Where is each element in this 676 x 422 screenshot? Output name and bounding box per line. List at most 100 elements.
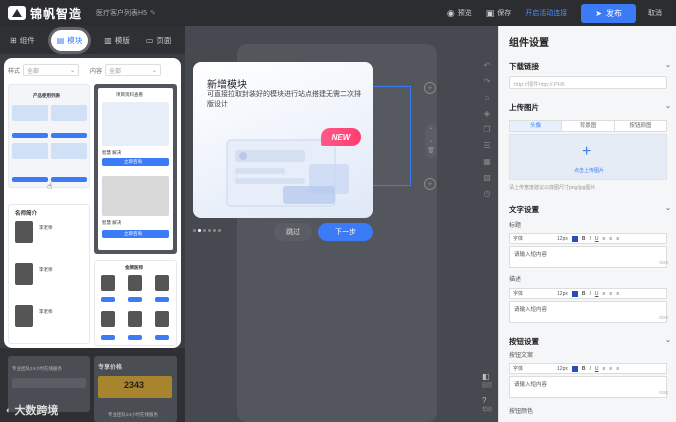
undo-icon[interactable]: ↶ [484, 61, 491, 70]
thumb [12, 143, 48, 159]
layer-icon[interactable]: ◧ [482, 372, 490, 381]
mini-button [51, 133, 87, 138]
new-badge: NEW [321, 128, 361, 146]
button-section[interactable]: 按钮设置 ⌄ [509, 336, 671, 347]
chevron-down-icon: ⌄ [665, 103, 671, 110]
image-icon[interactable]: ▨ [483, 173, 491, 182]
chevron-down-icon: ⌄ [665, 205, 671, 212]
tab-background[interactable]: 背景图 [562, 121, 615, 131]
add-icon[interactable]: + [424, 82, 436, 94]
italic-icon[interactable]: I [589, 236, 590, 242]
thumb [12, 105, 48, 121]
home-icon[interactable]: ⌂ [485, 93, 490, 102]
chevron-down-icon: ⌄ [152, 67, 158, 74]
project-name[interactable]: 医疗客户列表H5 [96, 8, 147, 18]
tab-button-image[interactable]: 按钮颜图 [615, 121, 666, 131]
left-tabs: ⊞ 组件 ▤ 模块 ▥ 模版 ▭ 页面 [0, 26, 185, 54]
color-swatch[interactable] [571, 365, 578, 372]
button-color-label: 按钮颜色 [509, 409, 534, 415]
underline-icon[interactable]: U [595, 236, 599, 242]
bold-icon[interactable]: B [582, 236, 586, 242]
chevron-down-icon: ⌄ [665, 62, 671, 69]
button-text-label: 按钮文案 [509, 353, 534, 359]
activity-link[interactable]: 开启活动连接 [525, 8, 567, 18]
clock-icon[interactable]: ◷ [484, 189, 491, 198]
download-section[interactable]: 下载链接 ⌄ [509, 61, 671, 72]
copy-icon[interactable]: ❐ [483, 125, 490, 134]
content-select[interactable]: 全部 ⌄ [105, 64, 162, 76]
color-swatch[interactable] [571, 290, 578, 297]
tab-avatar[interactable]: 头像 [510, 121, 563, 131]
title-input[interactable]: 请输入短内容 [509, 246, 667, 268]
module-card-doctors[interactable]: 金牌医师 [94, 260, 177, 346]
align-left-icon[interactable]: ≡ [603, 291, 606, 297]
mini-button [51, 177, 87, 182]
align-left-icon[interactable]: ≡ [603, 366, 606, 372]
module-card-project[interactable]: 项目资料查看 智慧 解决 立即咨询 智慧 解决 立即咨询 [94, 84, 177, 254]
edit-icon[interactable]: ✎ [150, 9, 156, 17]
logo-text: 锦帆智造 [30, 6, 83, 21]
align-center-icon[interactable]: ≡ [609, 291, 612, 297]
template-icon: ▥ [104, 35, 112, 45]
underline-icon[interactable]: U [595, 366, 599, 372]
avatar [15, 221, 33, 243]
align-center-icon[interactable]: ≡ [609, 236, 612, 242]
module-card-teacher[interactable]: 名师简介 李老师 李老师 李老师 [8, 204, 90, 344]
tab-templates[interactable]: ▥ 模版 [104, 35, 130, 46]
underline-icon[interactable]: U [595, 291, 599, 297]
watermark-logo-icon: ◐ [6, 405, 12, 415]
italic-icon[interactable]: I [589, 291, 590, 297]
top-bar: 锦帆智造 医疗客户列表H5 ✎ ◉ 预览 ▣ 保存 开启活动连接 ➤ 发布 取消 [0, 0, 676, 26]
eye-icon: ◉ [446, 7, 455, 18]
text-section[interactable]: 文字设置 ⌄ [509, 204, 671, 215]
button-text-input[interactable]: 请输入短内容 [509, 376, 667, 398]
title-toolbar: 字体 12px B I U ≡ ≡ ≡ [509, 233, 667, 244]
bold-icon[interactable]: B [582, 366, 586, 372]
mini-button [12, 177, 48, 182]
list-icon[interactable]: ☰ [483, 141, 490, 150]
desc-toolbar: 字体 12px B I U ≡ ≡ ≡ [509, 288, 667, 299]
upload-hint: 请上传宽度建议以底图尺寸png/jpg图片 [509, 185, 596, 191]
cancel-button[interactable]: 取消 [648, 8, 662, 18]
avatar [15, 305, 33, 327]
chevron-down-icon: ⌄ [665, 337, 671, 344]
italic-icon[interactable]: I [589, 366, 590, 372]
plus-icon: + [582, 143, 592, 160]
upload-area[interactable]: + 点击上传图片 [509, 134, 667, 180]
upload-section[interactable]: 上传图片 ⌄ [509, 102, 671, 113]
align-right-icon[interactable]: ≡ [616, 366, 619, 372]
desc-label: 描述 [509, 277, 522, 283]
align-right-icon[interactable]: ≡ [616, 291, 619, 297]
save-button[interactable]: ▣ 保存 [486, 8, 512, 19]
layers-icon[interactable]: ◈ [484, 109, 490, 118]
tab-pages[interactable]: ▭ 页面 [146, 35, 172, 46]
calendar-icon[interactable]: ▦ [483, 157, 491, 166]
selected-component[interactable] [371, 86, 411, 186]
redo-icon[interactable]: ↷ [484, 77, 491, 86]
popup-desc: 可直接拉取封装好的模块进行站点搭建无需二次排版设计 [207, 91, 361, 108]
next-button[interactable]: 下一步 [318, 223, 373, 241]
publish-button[interactable]: ➤ 发布 [581, 3, 636, 23]
add-icon[interactable]: + [424, 178, 436, 190]
chevron-down-icon: ⌄ [69, 67, 76, 74]
style-select[interactable]: 全部 ⌄ [23, 64, 80, 76]
help-icon[interactable]: ? [482, 396, 486, 405]
align-right-icon[interactable]: ≡ [616, 236, 619, 242]
download-url-input[interactable]: http://插件http://.PH5 [509, 76, 667, 89]
module-card-product-list[interactable]: 产品使用列表 ☝ [8, 84, 90, 191]
component-actions[interactable]: ⌃ ⌄ 🗑 [425, 124, 437, 158]
tab-modules[interactable]: ▤ 模块 [50, 29, 89, 51]
skip-button[interactable]: 跳过 [274, 223, 312, 241]
logo-icon [8, 6, 26, 20]
button-toolbar: 字体 12px B I U ≡ ≡ ≡ [509, 363, 667, 374]
bold-icon[interactable]: B [582, 291, 586, 297]
desc-input[interactable]: 请输入短内容 [509, 301, 667, 323]
preview-button[interactable]: ◉ 预览 [447, 8, 472, 19]
tab-components[interactable]: ⊞ 组件 [10, 35, 35, 46]
align-center-icon[interactable]: ≡ [609, 366, 612, 372]
help-label: 帮助 [481, 407, 492, 413]
module-card-price[interactable]: 专享价格 2343 专业团队24小时在线服务 [94, 356, 177, 422]
align-left-icon[interactable]: ≡ [603, 236, 606, 242]
color-swatch[interactable] [571, 235, 578, 242]
thumb [102, 102, 169, 146]
